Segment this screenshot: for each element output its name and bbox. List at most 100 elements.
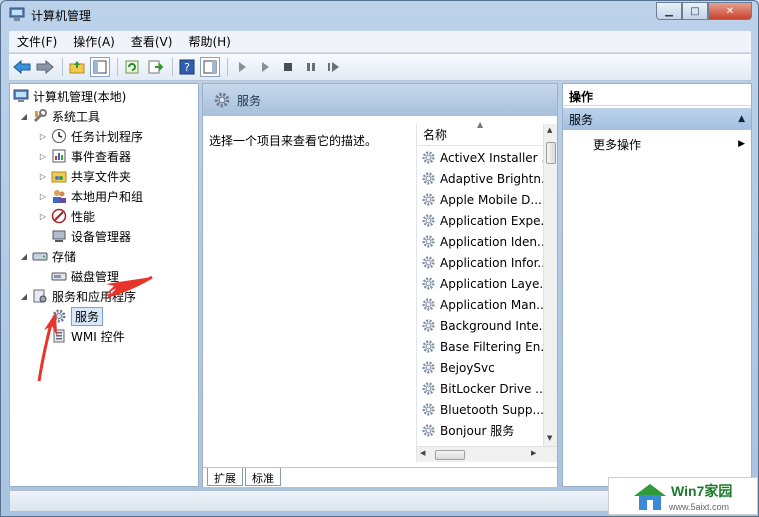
menu-view[interactable]: 查看(V) xyxy=(123,32,181,52)
service-row[interactable]: Application Infor... xyxy=(417,252,543,273)
pause-service-button[interactable] xyxy=(301,57,321,77)
service-row[interactable]: Apple Mobile D... xyxy=(417,189,543,210)
start-service-alt-button[interactable] xyxy=(255,57,275,77)
service-row[interactable]: Application Expe... xyxy=(417,210,543,231)
tree-item-shared-folders[interactable]: ▷ 共享文件夹 xyxy=(38,166,131,186)
tree-item-storage[interactable]: ◢ 存储 xyxy=(19,246,76,266)
service-name: Application Iden... xyxy=(440,234,543,249)
restart-service-button[interactable] xyxy=(324,57,344,77)
service-row[interactable]: Background Inte... xyxy=(417,315,543,336)
tree-item-disk-management[interactable]: 磁盘管理 xyxy=(51,266,119,286)
service-name: Base Filtering En... xyxy=(440,339,543,354)
service-name: Adaptive Brightn... xyxy=(440,171,543,186)
service-row[interactable]: Bluetooth Supp... xyxy=(417,399,543,420)
sort-ascending-icon: ▲ xyxy=(477,120,484,129)
service-row[interactable]: Application Iden... xyxy=(417,231,543,252)
close-button[interactable]: ✕ xyxy=(708,2,752,20)
tree-item-system-tools[interactable]: ◢ 系统工具 xyxy=(19,106,100,126)
service-row[interactable]: Adaptive Brightn... xyxy=(417,168,543,189)
clock-icon xyxy=(52,129,66,143)
tab-extended[interactable]: 扩展 xyxy=(207,468,243,486)
toolbar-separator xyxy=(227,58,228,76)
gear-icon xyxy=(422,193,435,206)
help-button[interactable]: ? xyxy=(177,57,197,77)
watermark-logo: Win7家园 www.5aixt.com xyxy=(608,477,758,515)
show-hide-action-pane-button[interactable] xyxy=(200,57,220,77)
tree-item-event-viewer[interactable]: ▷ 事件查看器 xyxy=(38,146,131,166)
scroll-up-icon[interactable]: ▲ xyxy=(547,126,552,134)
service-name: Bluetooth Supp... xyxy=(440,402,543,417)
expand-arrow-icon[interactable]: ▷ xyxy=(38,172,48,181)
service-row[interactable]: ActiveX Installer ... xyxy=(417,147,543,168)
stop-service-button[interactable] xyxy=(278,57,298,77)
tree-item-performance[interactable]: ▷ 性能 xyxy=(38,206,95,226)
scroll-right-icon[interactable]: ▶ xyxy=(531,449,536,457)
forward-button[interactable] xyxy=(35,57,55,77)
more-actions-label: 更多操作 xyxy=(593,137,642,152)
service-row[interactable]: Base Filtering En... xyxy=(417,336,543,357)
service-name: BitLocker Drive ... xyxy=(440,381,543,396)
actions-section-services[interactable]: 服务 ▲ xyxy=(563,108,751,130)
restart-service-icon xyxy=(328,62,339,72)
vertical-scroll-thumb[interactable] xyxy=(546,142,556,164)
computer-management-icon xyxy=(13,89,29,102)
tree-label: 设备管理器 xyxy=(71,229,132,244)
show-hide-tree-icon xyxy=(93,60,107,74)
refresh-icon xyxy=(125,60,139,74)
expand-arrow-icon[interactable]: ▷ xyxy=(38,152,48,161)
expand-arrow-icon[interactable]: ▷ xyxy=(38,212,48,221)
tree-item-services-apps[interactable]: ◢ 服务和应用程序 xyxy=(19,286,136,306)
gear-icon xyxy=(422,319,435,332)
vertical-scrollbar[interactable]: ▲ ▼ xyxy=(543,124,557,446)
back-button[interactable] xyxy=(12,57,32,77)
tab-standard[interactable]: 标准 xyxy=(245,468,281,486)
view-tabs: 扩展 标准 xyxy=(203,467,557,487)
show-hide-tree-button[interactable] xyxy=(90,57,110,77)
expand-arrow-icon[interactable]: ▷ xyxy=(38,132,48,141)
horizontal-scroll-thumb[interactable] xyxy=(435,450,465,460)
start-service-button[interactable] xyxy=(232,57,252,77)
services-header: 服务 xyxy=(203,84,557,116)
close-icon: ✕ xyxy=(725,5,735,17)
service-row[interactable]: Application Man... xyxy=(417,294,543,315)
tree-item-task-scheduler[interactable]: ▷ 任务计划程序 xyxy=(38,126,143,146)
start-service-alt-icon xyxy=(262,62,269,72)
tree-item-services[interactable]: 服务 xyxy=(51,306,104,326)
more-actions-item[interactable]: 更多操作 ▶ xyxy=(563,134,751,154)
gear-icon xyxy=(422,172,435,185)
minimize-button[interactable]: ▁ xyxy=(656,2,682,20)
window-title: 计算机管理 xyxy=(31,9,92,23)
menu-help[interactable]: 帮助(H) xyxy=(180,32,238,52)
scroll-left-icon[interactable]: ◀ xyxy=(420,449,425,457)
collapse-arrow-icon[interactable]: ◢ xyxy=(19,292,29,301)
expand-arrow-icon[interactable]: ▷ xyxy=(38,192,48,201)
refresh-button[interactable] xyxy=(122,57,142,77)
collapse-up-icon: ▲ xyxy=(738,114,745,124)
collapse-arrow-icon[interactable]: ◢ xyxy=(19,252,29,261)
service-row[interactable]: BejoySvc xyxy=(417,357,543,378)
scroll-down-icon[interactable]: ▼ xyxy=(547,434,552,442)
menu-file[interactable]: 文件(F) xyxy=(9,32,65,52)
maximize-icon: □ xyxy=(690,5,700,17)
horizontal-scrollbar[interactable]: ◀ ▶ xyxy=(417,446,557,462)
service-description: 选择一个项目来查看它的描述。 xyxy=(209,134,378,148)
up-folder-button[interactable] xyxy=(67,57,87,77)
actions-header: 操作 xyxy=(563,84,751,106)
tree-item-wmi[interactable]: WMI 控件 xyxy=(51,326,125,346)
collapse-arrow-icon[interactable]: ◢ xyxy=(19,112,29,121)
column-header-name[interactable]: ▲ 名称 xyxy=(417,120,543,146)
service-row[interactable]: BitLocker Drive ... xyxy=(417,378,543,399)
service-row[interactable]: Bonjour 服务 xyxy=(417,420,543,441)
watermark-url: www.5aixt.com xyxy=(669,502,730,512)
service-row[interactable]: Application Laye... xyxy=(417,273,543,294)
tree-item-root[interactable]: 计算机管理(本地) xyxy=(13,86,126,106)
tree-item-local-users[interactable]: ▷ 本地用户和组 xyxy=(38,186,143,206)
show-hide-action-pane-icon xyxy=(203,60,217,74)
gear-icon xyxy=(422,256,435,269)
help-icon: ? xyxy=(179,59,195,75)
maximize-button[interactable]: □ xyxy=(682,2,708,20)
menu-action[interactable]: 操作(A) xyxy=(65,32,123,52)
tree-item-device-manager[interactable]: 设备管理器 xyxy=(51,226,131,246)
export-list-button[interactable] xyxy=(145,57,165,77)
toolbar-separator xyxy=(62,58,63,76)
